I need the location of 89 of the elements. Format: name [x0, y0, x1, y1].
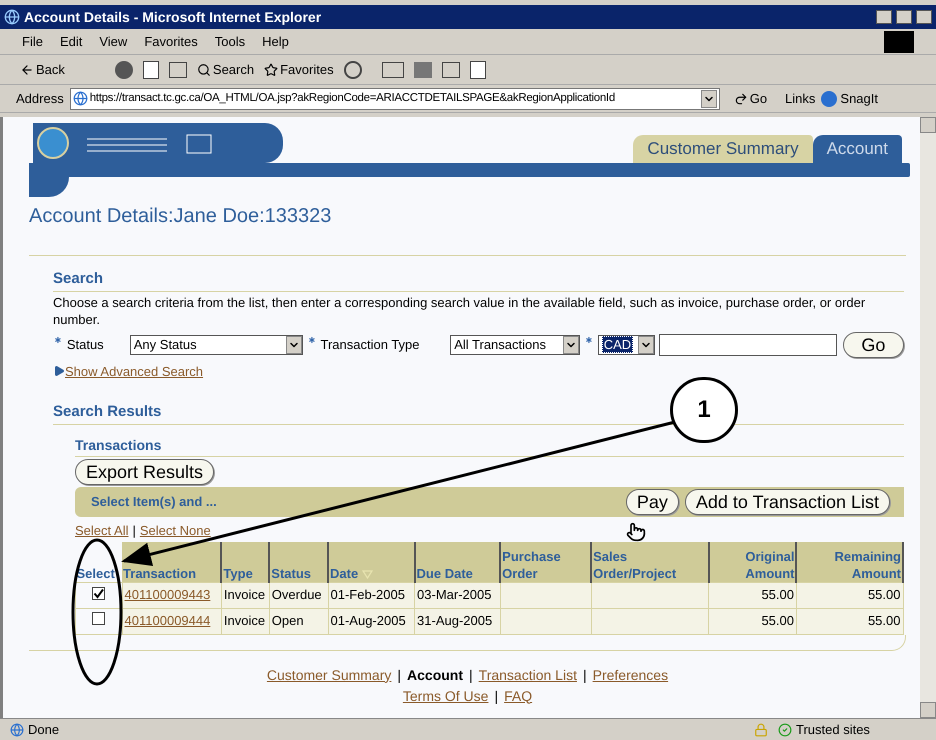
footer-link[interactable]: Account: [407, 664, 464, 686]
links-label[interactable]: Links: [785, 88, 816, 108]
menu-item[interactable]: Help: [262, 32, 289, 52]
hand-cursor-icon: [626, 522, 646, 542]
currency-dropdown[interactable]: CAD: [598, 334, 655, 354]
table-cell: Open: [269, 608, 328, 634]
favorites-button[interactable]: Favorites: [264, 60, 334, 80]
page-icon: [72, 91, 88, 106]
table-cell: Invoice: [221, 582, 270, 608]
column-header[interactable]: Purchase Order: [500, 542, 592, 582]
address-field[interactable]: https://transact.tc.gc.ca/OA_HTML/OA.jsp?akRegionCode=ARIACCTDETAILSPAGE&akRegionApplicationId: [70, 88, 720, 110]
row-checkbox[interactable]: [92, 612, 106, 626]
footer-link[interactable]: Transaction List: [478, 664, 577, 686]
table-cell: Overdue: [269, 582, 328, 608]
transaction-link[interactable]: 401100009444: [122, 608, 222, 634]
separator: |: [582, 666, 587, 685]
table-cell: 55.00: [708, 608, 796, 634]
expand-icon: [53, 365, 65, 378]
column-header[interactable]: Status: [269, 542, 328, 582]
separator: |: [397, 666, 402, 685]
separator: |: [132, 522, 136, 540]
select-none-link[interactable]: Select None: [140, 520, 211, 540]
menu-item[interactable]: Tools: [214, 32, 246, 52]
tab[interactable]: Customer Summary: [633, 135, 813, 163]
check-icon: [93, 588, 104, 600]
footer-link[interactable]: Preferences: [592, 664, 668, 686]
back-arrow-icon: [20, 62, 34, 76]
table-cell: 55.00: [708, 582, 796, 608]
star-icon: [264, 62, 278, 76]
back-button[interactable]: Back: [20, 60, 65, 80]
go-button[interactable]: Go: [734, 88, 768, 108]
export-results-button[interactable]: Export Results: [75, 458, 214, 484]
column-header[interactable]: Type: [221, 542, 270, 582]
page-icon: [10, 722, 24, 736]
address-label: Address: [16, 90, 64, 108]
menu-item[interactable]: View: [99, 32, 128, 52]
table-cell: 01-Aug-2005: [328, 608, 415, 634]
search-value-field[interactable]: [658, 334, 837, 356]
browser-icon: [4, 9, 20, 25]
column-header[interactable]: Remaining Amount: [796, 542, 903, 582]
table-cell: 55.00: [796, 608, 903, 634]
table-cell: 55.00: [796, 582, 903, 608]
required-icon: [584, 334, 594, 344]
separator: |: [469, 666, 473, 685]
go-arrow-icon: [734, 92, 748, 106]
security-zone: Trusted sites: [796, 720, 871, 739]
search-icon: [196, 62, 211, 76]
search-instructions: Choose a search criteria from the list, then enter a corresponding search value in the available field, such as invoice, purchase order, or order number.: [53, 294, 866, 328]
go-button[interactable]: Go: [842, 332, 904, 358]
row-checkbox[interactable]: [92, 587, 106, 600]
snagit-button[interactable]: SnagIt: [821, 88, 878, 108]
select-all-link[interactable]: Select All: [75, 520, 128, 540]
status-text: Done: [28, 720, 60, 739]
footer-link[interactable]: Terms Of Use: [402, 686, 488, 706]
column-header[interactable]: Due Date: [414, 542, 500, 582]
action-bar-label: Select Item(s) and ...: [91, 492, 218, 511]
page-heading: Account Details:Jane Doe:133323: [29, 204, 332, 229]
table-cell: 03-Mar-2005: [414, 582, 500, 608]
scrollbar[interactable]: [920, 117, 936, 718]
advanced-search-link[interactable]: Show Advanced Search: [65, 362, 204, 381]
lock-icon: [754, 722, 768, 736]
action-button[interactable]: Add to Transaction List: [684, 488, 890, 514]
menu-item[interactable]: File: [22, 32, 43, 52]
search-button[interactable]: Search: [196, 60, 254, 80]
column-header[interactable]: Select: [76, 542, 122, 582]
column-header[interactable]: Original Amount: [708, 542, 796, 582]
section-title: Search: [53, 268, 904, 292]
footer-link[interactable]: Customer Summary: [266, 664, 392, 686]
field-label: Status: [66, 336, 105, 354]
window-title: Account Details - Microsoft Internet Explorer: [24, 8, 322, 27]
tab[interactable]: Account: [812, 135, 902, 163]
header-bar-curve: [29, 177, 69, 197]
transaction-type-dropdown[interactable]: All Transactions: [450, 334, 580, 354]
table-cell: 01-Feb-2005: [328, 582, 415, 608]
separator: |: [494, 686, 498, 706]
footer-link[interactable]: FAQ: [504, 686, 532, 706]
check-icon: [778, 722, 792, 736]
required-icon: [306, 334, 316, 344]
status-dropdown[interactable]: Any Status: [130, 334, 303, 354]
required-icon: [53, 334, 63, 344]
column-header[interactable]: Sales Order/Project: [591, 542, 709, 582]
menu-item[interactable]: Edit: [60, 32, 82, 52]
column-header[interactable]: Date: [328, 542, 415, 582]
table-cell: 31-Aug-2005: [414, 608, 500, 634]
field-label: Transaction Type: [320, 336, 420, 354]
action-button[interactable]: Pay: [626, 488, 679, 514]
menu-item[interactable]: Favorites: [144, 32, 198, 52]
transaction-link[interactable]: 401100009443: [122, 582, 222, 608]
table-cell: Invoice: [221, 608, 270, 634]
